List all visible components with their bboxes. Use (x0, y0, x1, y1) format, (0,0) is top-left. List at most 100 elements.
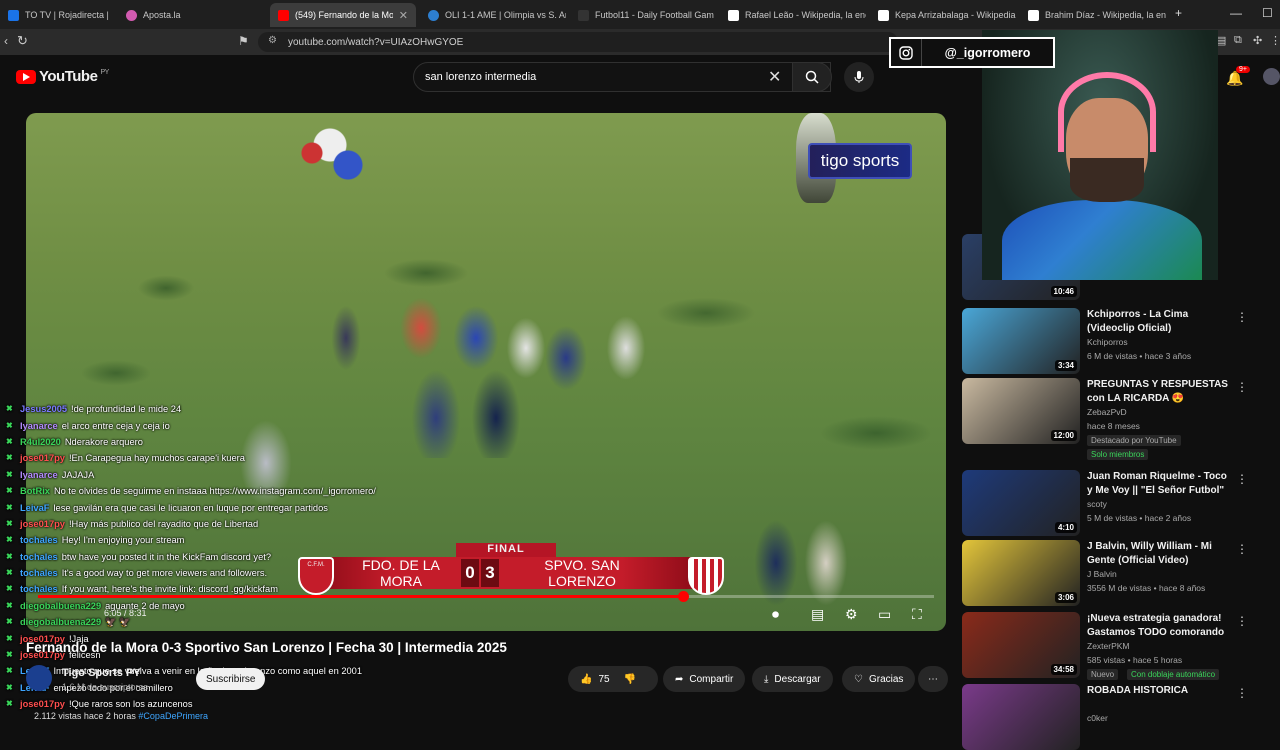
browser-tab[interactable]: OLI 1-1 AME | Olimpia vs S. Am (420, 3, 566, 27)
video-title: Fernando de la Mora 0-3 Sportivo San Lor… (26, 640, 507, 655)
bookmark-icon[interactable]: ⚑ (238, 34, 249, 48)
maximize-icon[interactable]: ☐ (1262, 6, 1273, 20)
browser-tab[interactable]: Futbol11 - Daily Football Gam (570, 3, 716, 27)
clear-search-icon[interactable]: ✕ (768, 67, 781, 87)
tab-favicon (8, 9, 19, 21)
more-options-icon[interactable]: ⋮ (1236, 542, 1248, 556)
kick-badge-icon: ✖ (6, 436, 13, 446)
subscribe-button[interactable]: Suscribirse (196, 668, 266, 690)
chat-username[interactable]: jose017py (20, 699, 65, 709)
autoplay-toggle-icon[interactable]: ⏺ (772, 606, 779, 623)
close-tab-icon[interactable]: ✕ (399, 9, 408, 22)
channel-name[interactable]: Tigo Sports PY (62, 667, 141, 679)
webcam-streamer-beard (1070, 158, 1144, 202)
chat-message: ✖ jose017py !En Carapegua hay muchos carap… (4, 450, 424, 466)
browser-tab[interactable]: TO TV | Rojadirecta | Futbol (0, 3, 110, 27)
browser-tab-active[interactable]: (549) Fernando de la Mora ✕ (270, 3, 416, 27)
share-icon: ➦ (675, 673, 684, 685)
sidepanel-icon[interactable]: ⧉ (1234, 34, 1242, 47)
site-info-icon[interactable]: ⚙ (268, 35, 277, 46)
score-status: FINAL (456, 543, 556, 557)
browser-tab[interactable]: Kepa Arrizabalaga - Wikipedia, (870, 3, 1016, 27)
video-thumbnail[interactable]: 4:10 (962, 470, 1080, 536)
instagram-handle: @_igorromero (944, 45, 1031, 60)
puzzle-icon[interactable]: ✣ (1253, 34, 1262, 47)
chat-username[interactable]: jose017py (20, 519, 65, 529)
theater-mode-icon[interactable]: ▭ (878, 606, 891, 623)
recommended-title[interactable]: PREGUNTAS Y RESPUESTAS con LA RICARDA 😍 (1087, 378, 1235, 406)
video-thumbnail[interactable]: 3:34 (962, 308, 1080, 374)
chat-username[interactable]: Iyanarce (20, 470, 58, 480)
recommended-channel[interactable]: scoty (1087, 499, 1107, 509)
video-thumbnail[interactable] (962, 684, 1080, 750)
progress-scrubber[interactable] (678, 591, 690, 602)
url-field[interactable]: ⚙ youtube.com/watch?v=UIAzOHwGYOE (258, 32, 898, 52)
recommended-title[interactable]: ROBADA HISTORICA (1087, 684, 1235, 698)
recommended-title[interactable]: Kchiporros - La Cima (Videoclip Oficial) (1087, 308, 1235, 336)
recommended-channel[interactable]: ZexterPKM (1087, 641, 1130, 651)
fullscreen-icon[interactable]: ⛶ (912, 606, 922, 623)
user-avatar[interactable] (1263, 68, 1280, 85)
video-thumbnail[interactable]: 3:06 (962, 540, 1080, 606)
search-button[interactable] (792, 62, 832, 92)
chat-username[interactable]: BotRix (20, 486, 50, 496)
recommended-badge: Nuevo (1087, 669, 1119, 680)
chat-username[interactable]: tochales (20, 552, 58, 562)
browser-tab[interactable]: Aposta.la (118, 3, 268, 27)
subtitles-icon[interactable]: ▤ (811, 606, 824, 623)
video-thumbnail[interactable]: 12:00 (962, 378, 1080, 444)
like-icon[interactable]: 👍 (580, 674, 592, 685)
kick-badge-icon: ✖ (6, 535, 13, 545)
browser-tab[interactable]: Rafael Leão - Wikipedia, la enc (720, 3, 866, 27)
more-options-icon[interactable]: ⋮ (1236, 472, 1248, 486)
settings-gear-icon[interactable]: ⚙ (845, 606, 858, 623)
more-options-icon[interactable]: ⋮ (1236, 614, 1248, 628)
more-options-icon[interactable]: ⋮ (1236, 380, 1248, 394)
voice-search-button[interactable] (844, 62, 874, 92)
chat-username[interactable]: tochales (20, 584, 58, 594)
recommended-meta: 3556 M de vistas • hace 8 años (1087, 583, 1206, 593)
chat-username[interactable]: LeivaF (20, 503, 49, 513)
chat-text: It's a good way to get more viewers and … (61, 568, 268, 579)
minimize-icon[interactable]: — (1230, 6, 1242, 20)
recommended-title[interactable]: J Balvin, Willy William - Mi Gente (Offi… (1087, 540, 1235, 568)
share-button[interactable]: ➦ Compartir (663, 666, 746, 692)
more-options-icon[interactable]: ⋮ (1236, 686, 1248, 700)
back-icon[interactable]: ‹ (4, 34, 8, 48)
wikipedia-favicon (878, 9, 889, 21)
new-tab-button[interactable]: + (1175, 6, 1182, 20)
webcam-streamer-shirt (1002, 200, 1202, 280)
youtube-logo[interactable]: YouTube PY (16, 68, 109, 85)
channel-avatar[interactable] (26, 665, 52, 691)
thanks-button[interactable]: ♡ Gracias (842, 666, 916, 692)
more-actions-button[interactable]: ⋯ (918, 666, 948, 692)
chat-username[interactable]: diegobalbuena229 (20, 617, 101, 627)
chat-username[interactable]: R4ul2020 (20, 437, 61, 447)
recommended-channel[interactable]: Kchiporros (1087, 337, 1128, 347)
recommended-channel[interactable]: ZebazPvD (1087, 407, 1127, 417)
chat-text: el arco entre ceja y ceja io (61, 420, 170, 431)
chat-message: ✖ Jesus2005 !de profundidad le mide 24 (4, 401, 424, 417)
chat-username[interactable]: diegobalbuena229 (20, 601, 101, 611)
menu-icon[interactable]: ⋮ (1270, 34, 1280, 47)
dislike-icon[interactable]: 👎 (624, 674, 636, 685)
browser-tab[interactable]: Brahim Díaz - Wikipedia, la enc (1020, 3, 1166, 27)
kick-badge-icon: ✖ (6, 486, 13, 496)
recommended-title[interactable]: ¡Nueva estrategia ganadora! Gastamos TOD… (1087, 612, 1235, 640)
chat-username[interactable]: jose017py (20, 453, 65, 463)
video-thumbnail[interactable]: 34:58 (962, 612, 1080, 678)
recommended-title[interactable]: Juan Roman Riquelme - Toco y Me Voy || "… (1087, 470, 1235, 498)
tab-label: OLI 1-1 AME | Olimpia vs S. Am (445, 10, 566, 20)
chat-username[interactable]: Iyanarce (20, 421, 58, 431)
reload-icon[interactable]: ↻ (17, 33, 28, 49)
like-count[interactable]: 75 (598, 674, 609, 685)
more-options-icon[interactable]: ⋮ (1236, 310, 1248, 324)
kick-badge-icon: ✖ (6, 617, 13, 627)
chat-username[interactable]: tochales (20, 535, 58, 545)
recommended-channel[interactable]: J Balvin (1087, 569, 1117, 579)
chat-text: btw have you posted it in the KickFam di… (61, 551, 272, 562)
chat-username[interactable]: tochales (20, 568, 58, 578)
recommended-channel[interactable]: c0ker (1087, 713, 1108, 723)
chat-username[interactable]: Jesus2005 (20, 404, 67, 414)
download-button[interactable]: ⤓ Descargar (752, 666, 833, 692)
